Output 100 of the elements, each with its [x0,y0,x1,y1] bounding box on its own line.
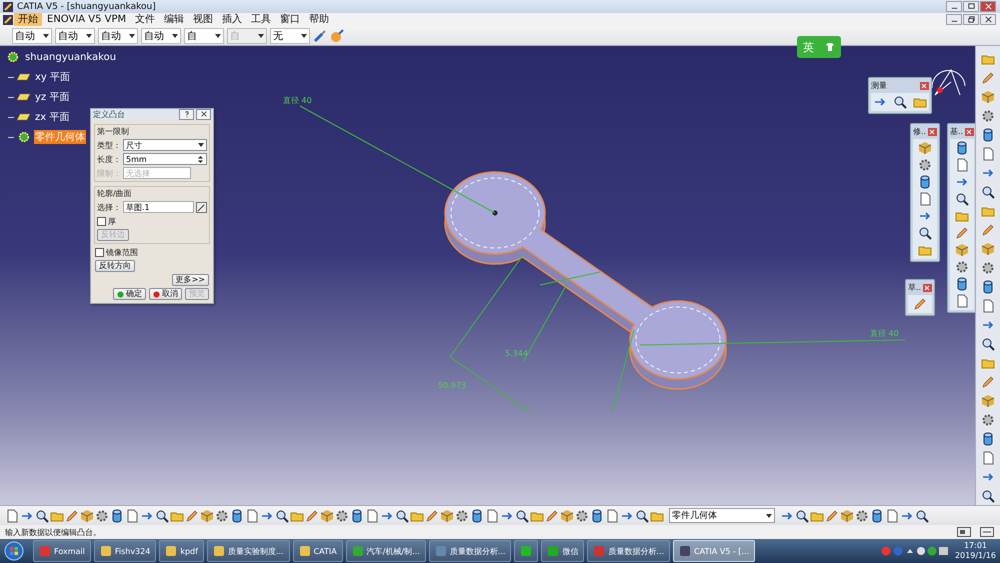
gear-icon[interactable] [981,261,995,275]
tree-item[interactable]: yz 平面 [34,90,70,104]
cube-icon[interactable] [981,242,995,256]
taskbar-button[interactable]: 微信 [541,540,584,562]
magnifier-icon[interactable] [955,192,970,206]
document-icon[interactable] [955,294,970,308]
pencil-icon[interactable] [955,226,970,240]
gear-icon[interactable] [981,413,995,427]
cylinder-icon[interactable] [110,508,124,522]
gear-icon[interactable] [215,508,229,522]
magnifier-icon[interactable] [915,508,929,522]
maximize-button[interactable] [963,1,979,12]
magnifier-icon[interactable] [395,508,409,522]
tree-item[interactable]: zx 平面 [34,110,70,124]
start-button[interactable] [4,541,24,561]
taskbar-button[interactable]: 质量实验制度... [206,540,290,562]
cylinder-icon[interactable] [350,508,364,522]
cylinder-icon[interactable] [955,277,970,291]
document-icon[interactable] [5,508,19,522]
cube-icon[interactable] [560,508,574,522]
cube-icon[interactable] [840,508,854,522]
menu-item[interactable]: 开始 [14,13,42,26]
taskbar-button[interactable]: 质量数据分析... [428,540,512,562]
cube-icon[interactable] [80,508,94,522]
window-layout-icon[interactable] [980,527,994,537]
document-icon[interactable] [485,508,499,522]
body-dropdown[interactable]: 零件几何体 [669,508,775,523]
cylinder-icon[interactable] [955,141,970,155]
taskbar-button[interactable]: 汽车/机械/制... [346,540,426,562]
document-icon[interactable] [981,299,995,313]
document-icon[interactable] [125,508,139,522]
document-icon[interactable] [245,508,259,522]
paintbrush-icon[interactable] [313,28,327,42]
clock-date[interactable]: 2019/1/16 [954,551,996,561]
document-icon[interactable] [365,508,379,522]
magnifier-icon[interactable] [275,508,289,522]
gear-icon[interactable] [575,508,589,522]
cylinder-icon[interactable] [230,508,244,522]
cylinder-icon[interactable] [981,280,995,294]
cylinder-icon[interactable] [981,128,995,142]
gear-icon[interactable] [981,109,995,123]
type-dropdown[interactable]: 尺寸 [123,139,207,151]
pencil-icon[interactable] [545,508,559,522]
cylinder-icon[interactable] [470,508,484,522]
tree-item[interactable]: xy 平面 [34,70,72,84]
checkbox[interactable] [97,216,106,226]
pencil-icon[interactable] [825,508,839,522]
cube-icon[interactable] [440,508,454,522]
gear-icon[interactable] [918,158,932,172]
document-icon[interactable] [885,508,899,522]
magnifier-icon[interactable] [795,508,809,522]
checkbox[interactable] [95,248,104,256]
taskbar-button[interactable]: Fishv324 [94,540,156,562]
cancel-button[interactable]: 取消 [149,288,182,300]
style-dropdown[interactable]: 无 [270,28,310,44]
pencil-icon[interactable] [981,223,995,237]
taskbar-button[interactable]: Foxmail [33,540,91,562]
menu-item[interactable]: 帮助 [305,13,334,26]
ok-button[interactable]: 确定 [113,288,146,300]
menu-item[interactable]: ENOVIA V5 VPM [43,13,130,26]
cube-icon[interactable] [981,90,995,104]
magnifier-icon[interactable] [155,508,169,522]
document-icon[interactable] [605,508,619,522]
cube-icon[interactable] [981,394,995,408]
gear-icon[interactable] [95,508,109,522]
style-dropdown[interactable]: 自动 [55,28,95,44]
magnifier-icon[interactable] [893,95,907,109]
length-spinner[interactable]: 5mm [123,153,207,165]
cylinder-icon[interactable] [590,508,604,522]
magnifier-icon[interactable] [981,489,995,503]
menu-item[interactable]: 窗口 [276,13,304,26]
document-icon[interactable] [981,147,995,161]
pencil-icon[interactable] [425,508,439,522]
window-layout-icon[interactable] [957,527,971,537]
pencil-icon[interactable] [913,297,928,311]
sketch-icon[interactable] [196,202,207,212]
tree-root[interactable]: shuangyuankakou [24,52,118,62]
gear-icon[interactable] [455,508,469,522]
menu-item[interactable]: 编辑 [160,13,188,26]
clock-time[interactable]: 17:01 [964,541,988,551]
cylinder-icon[interactable] [870,508,884,522]
magnifier-icon[interactable] [981,337,995,351]
document-icon[interactable] [918,192,932,206]
style-dropdown[interactable]: 自动 [98,28,138,44]
document-icon[interactable] [981,451,995,465]
magnifier-icon[interactable] [635,508,649,522]
help-button[interactable] [179,109,194,120]
taskbar-button[interactable]: kpdf [159,540,204,562]
close-button[interactable] [196,109,211,120]
menu-item[interactable]: 文件 [131,13,160,26]
pencil-icon[interactable] [981,375,995,389]
gear-icon[interactable] [335,508,349,522]
more-button[interactable]: 更多>> [172,274,209,286]
magnifier-icon[interactable] [981,185,995,199]
cube-icon[interactable] [200,508,214,522]
cube-icon[interactable] [320,508,334,522]
taskbar-button[interactable] [514,540,538,562]
style-dropdown[interactable]: 自 [184,28,224,44]
magnifier-icon[interactable] [918,226,932,240]
close-button[interactable] [980,1,996,12]
